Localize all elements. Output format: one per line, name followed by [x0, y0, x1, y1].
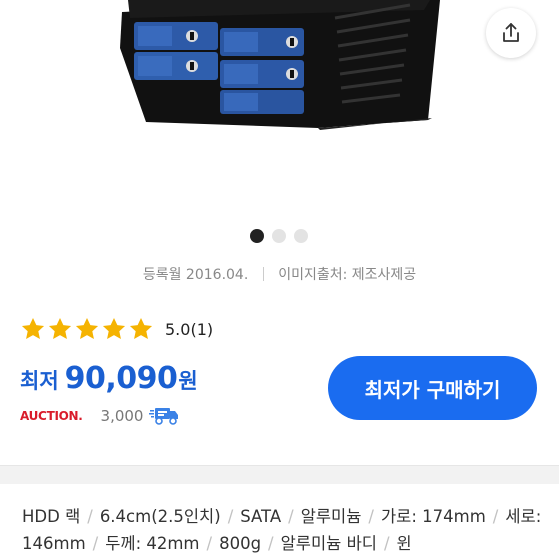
seller-info[interactable]: AUCTION. 3,000 [20, 405, 181, 427]
price-value: 90,090 [64, 361, 178, 396]
spec-item: 6.4cm(2.5인치) [99, 507, 221, 526]
spec-item: 알루미늄 [300, 507, 362, 526]
shipping-truck-icon [149, 408, 179, 425]
meta-divider [262, 267, 264, 281]
spec-item: 가로: 174mm [380, 507, 486, 526]
lowest-price-buy-button[interactable]: 최저가 구매하기 [328, 356, 537, 420]
gallery-dot-3[interactable] [294, 229, 308, 243]
lowest-price: 최저 90,090 원 [20, 361, 198, 396]
spec-separator: / [492, 507, 499, 526]
spec-item: 800g [219, 534, 262, 553]
spec-separator: / [288, 507, 294, 526]
price-unit: 원 [178, 369, 198, 393]
rating[interactable]: 5.0 (1) [20, 316, 213, 342]
star-icon [129, 317, 153, 339]
price-label: 최저 [20, 369, 59, 393]
product-meta: 등록월 2016.04. 이미지출처: 제조사제공 [0, 264, 559, 284]
registered-month: 등록월 2016.04. [142, 267, 249, 283]
shipping-fee: 3,000 [100, 407, 144, 425]
section-divider [0, 465, 559, 484]
spec-item: 윈 [396, 534, 412, 553]
share-button[interactable] [486, 8, 536, 58]
hdd-rack-photo [120, 0, 440, 130]
gallery-pagination [250, 229, 308, 243]
product-image[interactable] [0, 0, 559, 222]
gallery-dot-1[interactable] [250, 229, 264, 243]
spec-separator: / [92, 534, 99, 553]
spec-item: 알루미늄 바디 [280, 534, 377, 553]
spec-item: 두께: 42mm [105, 534, 200, 553]
gallery-dot-2[interactable] [272, 229, 286, 243]
star-icon [102, 317, 126, 339]
image-source: 이미지출처: 제조사제공 [278, 267, 417, 283]
spec-separator: / [368, 507, 374, 526]
review-count[interactable]: (1) [190, 320, 213, 339]
spec-separator: / [268, 534, 274, 553]
auction-logo: AUCTION. [20, 409, 83, 423]
product-specs: HDD 랙/6.4cm(2.5인치) / SATA / 알루미늄 / 가로: 174mm / 세… [22, 503, 542, 557]
spec-item: HDD 랙 [22, 507, 81, 526]
spec-separator: / [87, 507, 93, 526]
star-icon [75, 317, 99, 339]
share-icon [503, 23, 519, 42]
spec-separator: / [206, 534, 213, 553]
spec-separator: / [383, 534, 390, 553]
spec-separator: / [227, 507, 234, 526]
star-icon [21, 317, 45, 339]
star-rating [20, 316, 154, 342]
star-icon [48, 317, 72, 339]
spec-item: SATA [240, 507, 282, 526]
rating-score: 5.0 [165, 319, 191, 339]
